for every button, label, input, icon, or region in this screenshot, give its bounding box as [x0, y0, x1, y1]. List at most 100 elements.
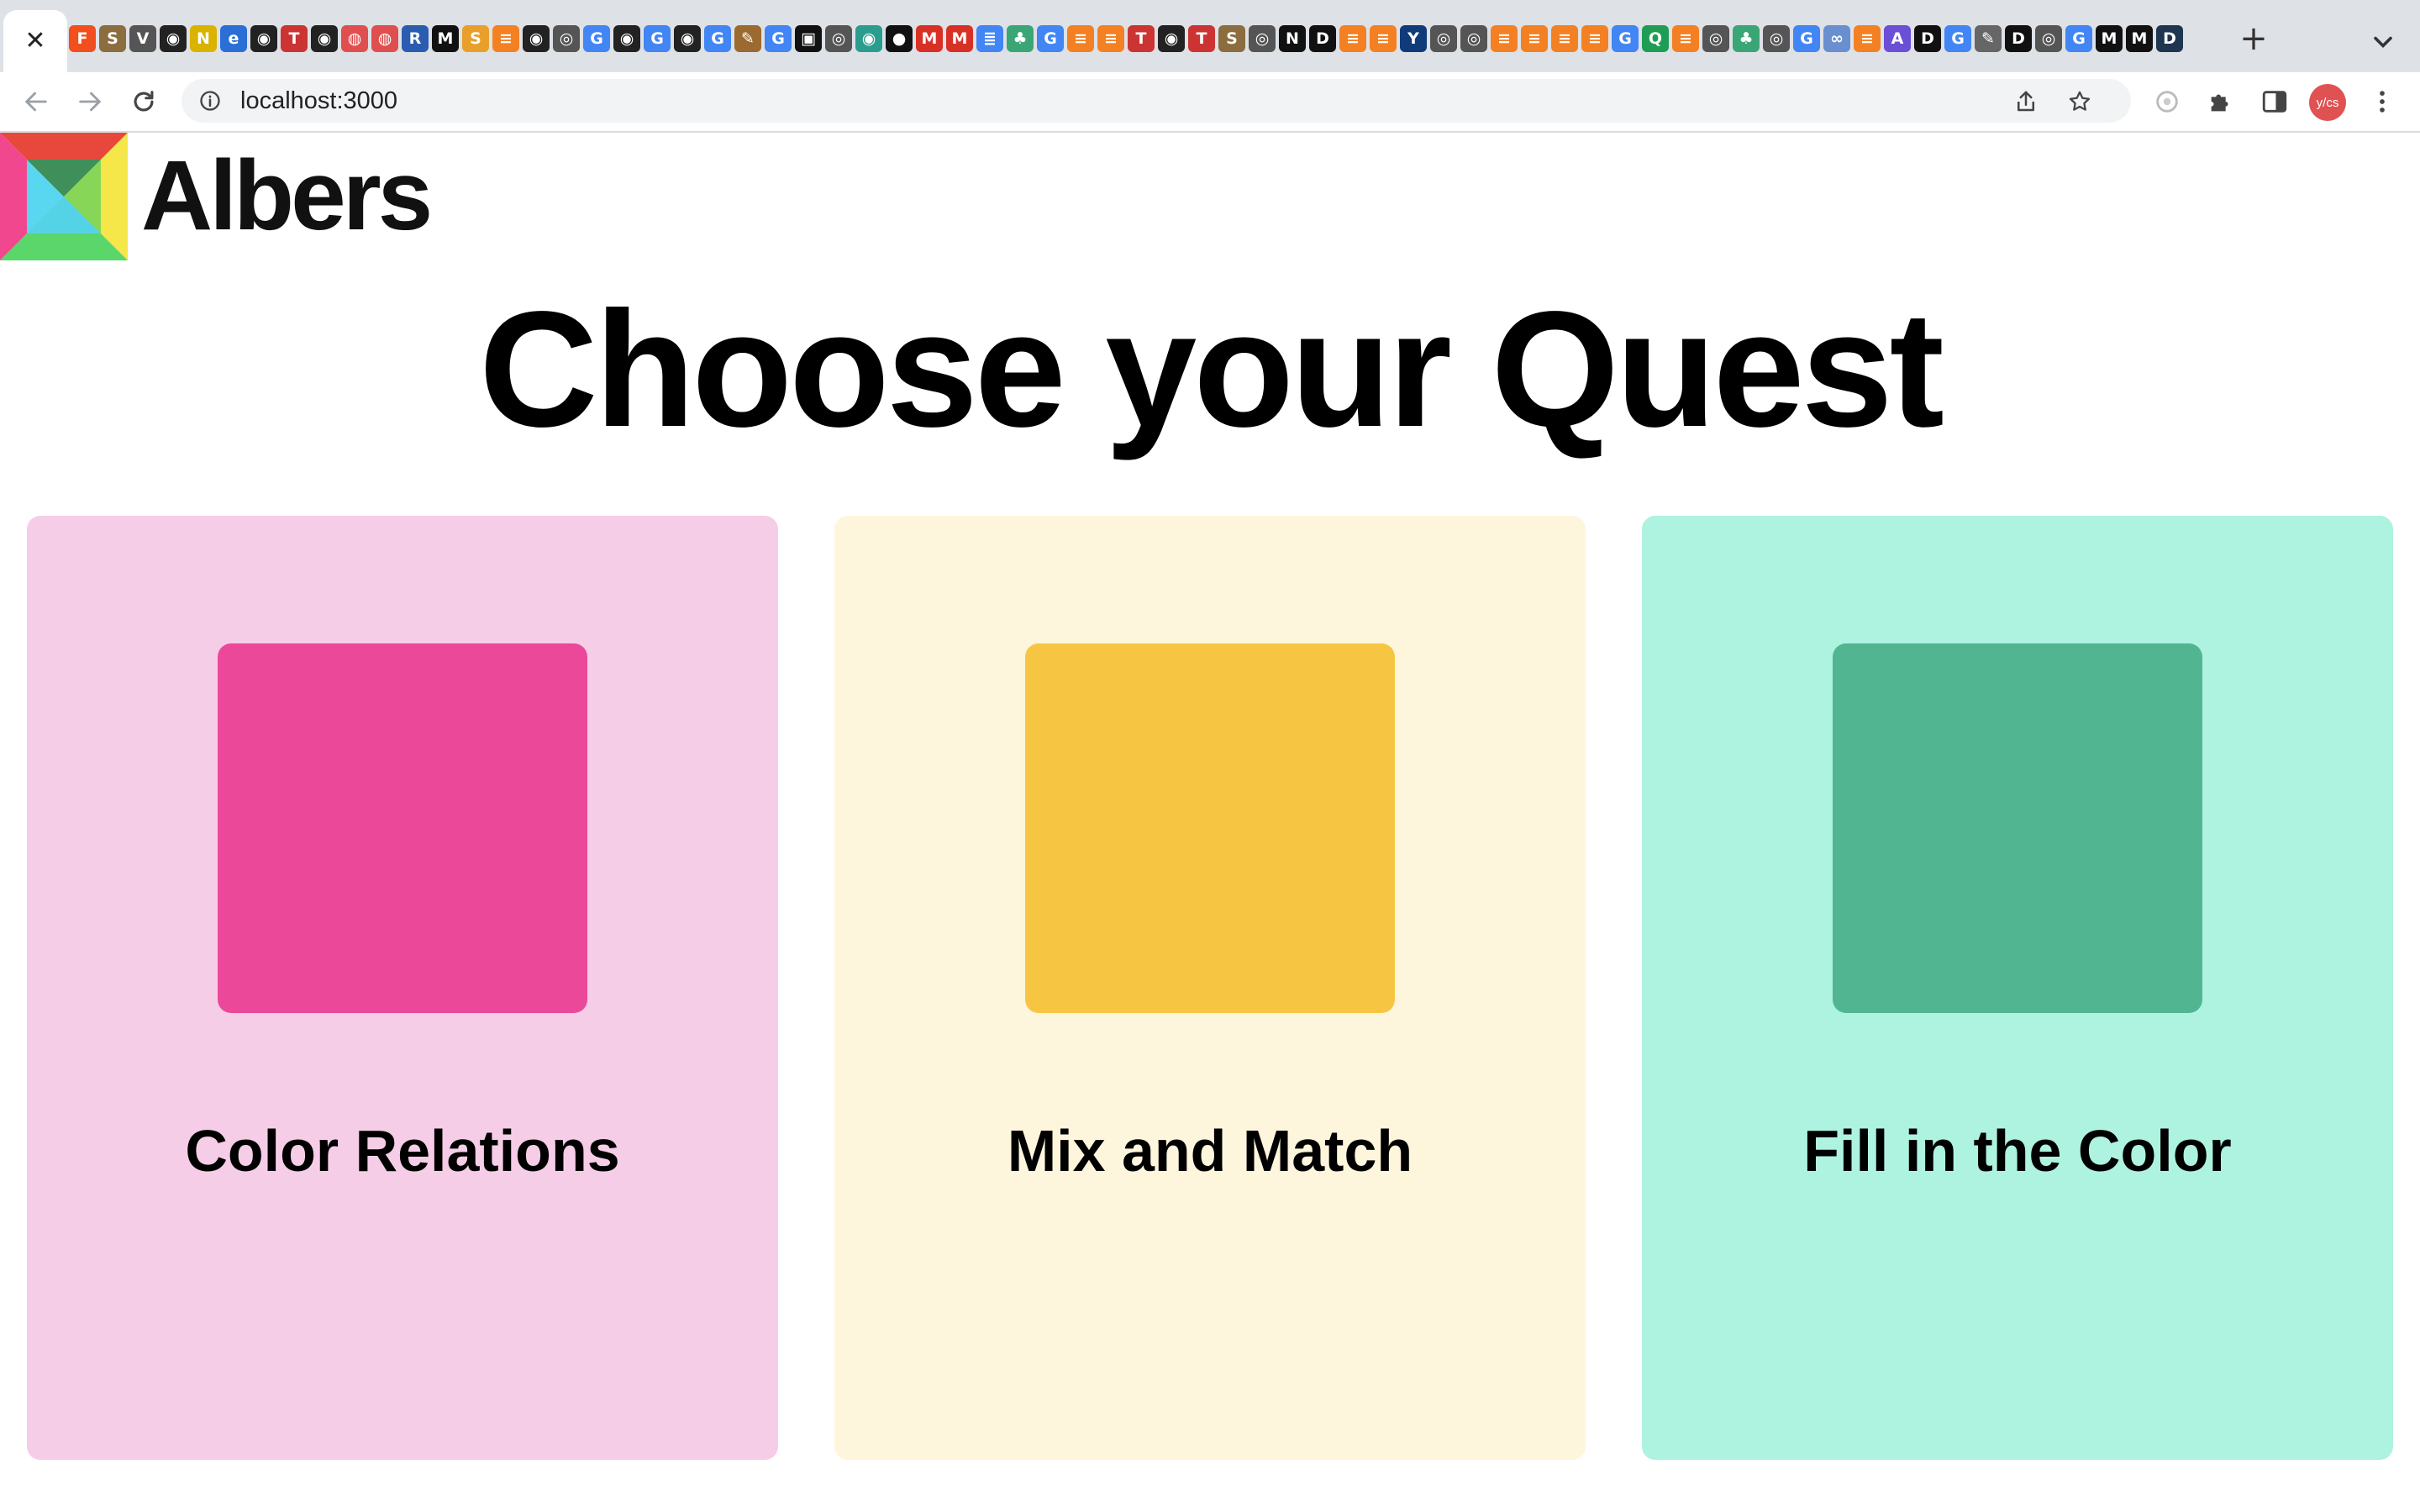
google-favicon[interactable]: G [644, 25, 671, 52]
site-info-icon[interactable] [198, 89, 222, 113]
palette-favicon[interactable]: ◍ [371, 25, 398, 52]
scholar-favicon[interactable]: S [1218, 25, 1245, 52]
scholar-favicon[interactable]: S [99, 25, 126, 52]
chrome-favicon[interactable]: ◎ [1249, 25, 1276, 52]
figma-favicon[interactable]: F [69, 25, 96, 52]
tab-search-chevron-icon[interactable] [2368, 27, 2398, 57]
yale-favicon[interactable]: Y [1400, 25, 1427, 52]
search-favicon[interactable]: Q [1642, 25, 1669, 52]
stackoverflow-favicon[interactable]: ≡ [1581, 25, 1608, 52]
dev-favicon[interactable]: D [2005, 25, 2032, 52]
r-favicon[interactable]: R [402, 25, 429, 52]
dev-favicon[interactable]: D [1309, 25, 1336, 52]
astro-favicon[interactable]: A [1884, 25, 1911, 52]
dark-favicon[interactable]: ● [886, 25, 913, 52]
back-button[interactable] [20, 86, 52, 118]
quest-card-mix-and-match[interactable]: Mix and Match [834, 516, 1586, 1460]
google-favicon[interactable]: G [765, 25, 792, 52]
edge-favicon[interactable]: e [220, 25, 247, 52]
new-tab-button[interactable]: + [2235, 20, 2272, 57]
reload-icon [134, 91, 154, 112]
chrome-favicon[interactable]: ◎ [1430, 25, 1457, 52]
chrome-favicon[interactable]: ◎ [1763, 25, 1790, 52]
quest-color-swatch [1025, 643, 1395, 1013]
stackoverflow-favicon[interactable]: ≡ [1521, 25, 1548, 52]
medium-favicon[interactable]: M [2096, 25, 2123, 52]
dev-favicon[interactable]: D [1914, 25, 1941, 52]
extensions-puzzle-icon[interactable] [2207, 87, 2235, 116]
todo-favicon[interactable]: T [281, 25, 308, 52]
stackoverflow-favicon[interactable]: ≡ [1854, 25, 1881, 52]
tab-favicons: F S V ◉ Ne ◉ T ◉ ◍ ◍ R M S ≡ ◉ ◎ G ◉ G ◉ G ✎ G ▣ ◎ ◉ ● M M ≣ ♣ G ≡ ≡ T ◉ T S ◎… [69, 25, 2183, 59]
wave-favicon[interactable]: ∞ [1823, 25, 1850, 52]
stackoverflow-favicon[interactable]: ≡ [1672, 25, 1699, 52]
albers-logo-icon[interactable] [0, 133, 128, 260]
docs-favicon[interactable]: ≣ [976, 25, 1003, 52]
more-menu-icon[interactable] [2368, 87, 2396, 116]
stackoverflow-favicon[interactable]: ≡ [492, 25, 519, 52]
brand-name[interactable]: Albers [141, 141, 433, 250]
github-favicon[interactable]: ◉ [613, 25, 640, 52]
github-favicon[interactable]: ◉ [250, 25, 277, 52]
stackoverflow-favicon[interactable]: ≡ [1551, 25, 1578, 52]
forward-button[interactable] [74, 86, 106, 118]
sheets-favicon[interactable]: S [462, 25, 489, 52]
google-favicon[interactable]: G [1793, 25, 1820, 52]
extension-icon[interactable] [2153, 87, 2181, 116]
chrome-favicon[interactable]: ◎ [1460, 25, 1487, 52]
notion-favicon[interactable]: N [1279, 25, 1306, 52]
stackoverflow-favicon[interactable]: ≡ [1491, 25, 1518, 52]
chrome-favicon[interactable]: ◎ [1702, 25, 1729, 52]
github-favicon[interactable]: ◉ [311, 25, 338, 52]
github-favicon[interactable]: ◉ [674, 25, 701, 52]
chrome-favicon[interactable]: ◎ [2035, 25, 2062, 52]
palette-favicon[interactable]: ◍ [341, 25, 368, 52]
side-panel-icon[interactable] [2260, 87, 2289, 116]
page-title: Choose your Quest [479, 277, 1944, 461]
reload-button[interactable] [128, 86, 160, 118]
stackoverflow-favicon[interactable]: ≡ [1097, 25, 1124, 52]
google-favicon[interactable]: G [1612, 25, 1639, 52]
todo-favicon[interactable]: T [1188, 25, 1215, 52]
stackoverflow-favicon[interactable]: ≡ [1067, 25, 1094, 52]
codepen-favicon[interactable]: ▣ [795, 25, 822, 52]
gmail-favicon[interactable]: M [916, 25, 943, 52]
close-tab-icon[interactable]: ✕ [24, 29, 45, 54]
google-favicon[interactable]: G [2065, 25, 2092, 52]
quest-card-color-relations[interactable]: Color Relations [27, 516, 778, 1460]
share-icon[interactable] [2013, 89, 2039, 114]
github-favicon[interactable]: ◉ [523, 25, 550, 52]
github-favicon[interactable]: ◉ [160, 25, 187, 52]
tree-favicon[interactable]: ♣ [1007, 25, 1034, 52]
google-favicon[interactable]: G [1944, 25, 1971, 52]
vercel-favicon[interactable]: V [129, 25, 156, 52]
quest-title: Mix and Match [1007, 1118, 1413, 1184]
stackoverflow-favicon[interactable]: ≡ [1339, 25, 1366, 52]
browser-toolbar: localhost:3000 y/cs [0, 72, 2420, 133]
chrome-favicon[interactable]: ◎ [553, 25, 580, 52]
stackoverflow-favicon[interactable]: ≡ [1370, 25, 1397, 52]
medium-favicon[interactable]: M [432, 25, 459, 52]
profile-avatar[interactable]: y/cs [2309, 84, 2346, 121]
bookmark-star-icon[interactable] [2067, 89, 2092, 114]
quest-title: Color Relations [185, 1118, 620, 1184]
d-favicon[interactable]: D [2156, 25, 2183, 52]
google-favicon[interactable]: G [704, 25, 731, 52]
address-bar[interactable]: localhost:3000 [182, 79, 2131, 123]
paint-favicon[interactable]: ✎ [734, 25, 761, 52]
notion-favicon[interactable]: N [190, 25, 217, 52]
chrome-favicon[interactable]: ◎ [825, 25, 852, 52]
todo-favicon[interactable]: T [1128, 25, 1155, 52]
url-text[interactable]: localhost:3000 [240, 87, 397, 114]
quest-color-swatch [218, 643, 587, 1013]
github-favicon[interactable]: ◉ [1158, 25, 1185, 52]
medium-favicon[interactable]: M [2126, 25, 2153, 52]
leaf-favicon[interactable]: ✎ [1975, 25, 2002, 52]
eye-favicon[interactable]: ◉ [855, 25, 882, 52]
google-favicon[interactable]: G [1037, 25, 1064, 52]
gmail-favicon[interactable]: M [946, 25, 973, 52]
quest-card-fill-in-the-color[interactable]: Fill in the Color [1642, 516, 2393, 1460]
tree-favicon[interactable]: ♣ [1733, 25, 1760, 52]
active-tab[interactable]: ✕ [3, 10, 67, 72]
google-favicon[interactable]: G [583, 25, 610, 52]
